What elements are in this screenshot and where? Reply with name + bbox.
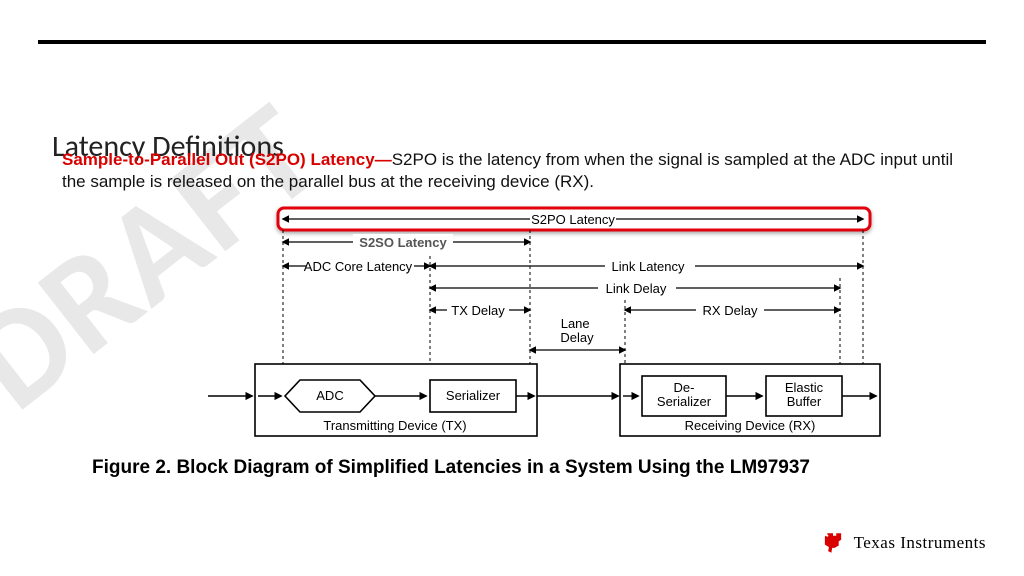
s2so-label: S2SO Latency bbox=[359, 235, 447, 250]
tx-delay-label: TX Delay bbox=[451, 303, 505, 318]
svg-text:Lane Delay: Lane Delay bbox=[560, 316, 594, 345]
tx-device: Transmitting Device (TX) ADC Serializer bbox=[255, 364, 537, 436]
figure-caption: Figure 2. Block Diagram of Simplified La… bbox=[92, 457, 810, 479]
rx-label: Receiving Device (RX) bbox=[685, 418, 816, 433]
lane-delay-label-1: Lane bbox=[561, 316, 590, 331]
lane-delay-label-2: Delay bbox=[560, 330, 594, 345]
term-label: Sample-to-Parallel Out (S2PO) Latency— bbox=[62, 150, 392, 169]
link-delay-label: Link Delay bbox=[606, 281, 667, 296]
top-rule bbox=[38, 40, 986, 44]
tx-delay-span: TX Delay bbox=[430, 302, 530, 318]
rx-delay-label: RX Delay bbox=[703, 303, 758, 318]
adc-core-label: ADC Core Latency bbox=[304, 259, 413, 274]
rx-delay-span: RX Delay bbox=[625, 302, 840, 318]
link-latency-label: Link Latency bbox=[612, 259, 685, 274]
rx-device: Receiving Device (RX) De-Serializer Elas… bbox=[620, 364, 880, 436]
serializer-label: Serializer bbox=[446, 388, 501, 403]
svg-text:ElasticBuffer: ElasticBuffer bbox=[785, 380, 824, 409]
link-delay-span: Link Delay bbox=[430, 280, 840, 296]
link-latency-span: Link Latency bbox=[430, 258, 863, 274]
adc-core-span: ADC Core Latency bbox=[283, 258, 430, 274]
ti-logo: Texas Instruments bbox=[820, 530, 986, 556]
adc-label: ADC bbox=[316, 388, 343, 403]
definition-text: Sample-to-Parallel Out (S2PO) Latency—S2… bbox=[62, 149, 974, 193]
s2po-label: S2PO Latency bbox=[531, 212, 615, 227]
lane-delay-span: Lane Delay bbox=[530, 316, 625, 350]
s2po-span: S2PO Latency bbox=[278, 208, 870, 230]
tx-label: Transmitting Device (TX) bbox=[323, 418, 466, 433]
s2so-span: S2SO Latency bbox=[283, 234, 530, 250]
ti-chip-icon bbox=[820, 530, 846, 556]
latency-diagram: S2PO Latency S2SO Latency ADC Core Laten… bbox=[0, 200, 1024, 460]
brand-name: Texas Instruments bbox=[854, 533, 986, 553]
